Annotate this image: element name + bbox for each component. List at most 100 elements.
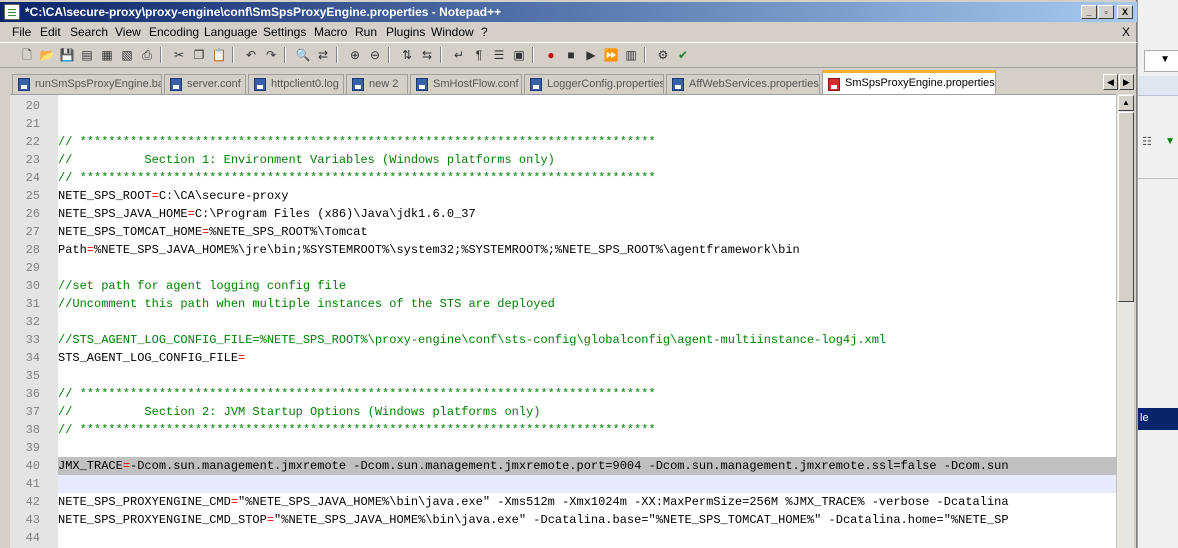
code-line[interactable]: 30 //set path for agent logging config fi…	[10, 277, 1116, 295]
code-line[interactable]: 32	[10, 313, 1116, 331]
menu-macro[interactable]: Macro	[314, 25, 347, 39]
sync-vertical-icon[interactable]: ⇅	[398, 46, 416, 64]
tab-runsmspsproxyengine-bat[interactable]: runSmSpsProxyEngine.bat	[12, 74, 162, 94]
close-button[interactable]: X	[1117, 5, 1133, 19]
record-macro-icon[interactable]: ●	[542, 46, 560, 64]
line-number: 43	[25, 513, 40, 527]
tab-scroll-right-button[interactable]: ▶	[1119, 74, 1134, 90]
replace-icon[interactable]: ⇄	[314, 46, 332, 64]
menu-window[interactable]: Window	[431, 25, 474, 39]
current-line-highlight	[58, 475, 1116, 493]
code-line[interactable]: 22 // ***********************************…	[10, 133, 1116, 151]
notepadpp-app-icon[interactable]	[4, 4, 20, 20]
tab-loggerconfig-properties[interactable]: LoggerConfig.properties	[524, 74, 664, 94]
undo-icon[interactable]: ↶	[242, 46, 260, 64]
close-all-icon[interactable]: ▧	[118, 46, 136, 64]
plugin-icon[interactable]: ⚙	[654, 46, 672, 64]
menu-run[interactable]: Run	[355, 25, 377, 39]
menu-plugins[interactable]: Plugins	[386, 25, 425, 39]
copy-icon[interactable]: ❐	[190, 46, 208, 64]
zoom-in-icon[interactable]: ⊕	[346, 46, 364, 64]
save-macro-icon[interactable]: ▥	[622, 46, 640, 64]
background-view-selector[interactable]: ☷ ▼	[1140, 132, 1178, 154]
code-line[interactable]: 37 // Section 2: JVM Startup Options (Win…	[10, 403, 1116, 421]
code-line[interactable]: 35	[10, 367, 1116, 385]
menu-file[interactable]: File	[12, 25, 31, 39]
scroll-thumb[interactable]	[1118, 112, 1134, 302]
scroll-up-button[interactable]: ▲	[1118, 95, 1134, 111]
code-line[interactable]: 38 // ***********************************…	[10, 421, 1116, 439]
line-number: 28	[25, 243, 40, 257]
line-number: 29	[25, 261, 40, 275]
print-icon[interactable]: ⎙	[138, 46, 156, 64]
paste-icon[interactable]: 📋	[210, 46, 228, 64]
restore-button[interactable]: ▫	[1098, 5, 1114, 19]
menu-language[interactable]: Language	[204, 25, 257, 39]
code-line[interactable]: 44	[10, 529, 1116, 547]
code-line[interactable]: 20	[10, 97, 1116, 115]
code-line[interactable]: 23 // Section 1: Environment Variables (W…	[10, 151, 1116, 169]
save-icon[interactable]: 💾	[58, 46, 76, 64]
stop-recording-icon[interactable]: ■	[562, 46, 580, 64]
menu-edit[interactable]: Edit	[40, 25, 61, 39]
line-text: STS_AGENT_LOG_CONFIG_FILE=	[58, 349, 245, 367]
code-line[interactable]: 33 //STS_AGENT_LOG_CONFIG_FILE=%NETE_SPS_…	[10, 331, 1116, 349]
find-icon[interactable]: 🔍	[294, 46, 312, 64]
tab-new-2[interactable]: new 2	[346, 74, 408, 94]
new-file-icon[interactable]: 🗋	[18, 46, 36, 64]
word-wrap-icon[interactable]: ↵	[450, 46, 468, 64]
sync-horizontal-icon[interactable]: ⇆	[418, 46, 436, 64]
close-file-icon[interactable]: ▦	[98, 46, 116, 64]
menu-view[interactable]: View	[115, 25, 141, 39]
tab-scroll-left-button[interactable]: ◀	[1103, 74, 1118, 90]
saved-file-icon	[170, 78, 182, 91]
code-line[interactable]: 34 STS_AGENT_LOG_CONFIG_FILE=	[10, 349, 1116, 367]
code-line[interactable]: 42 NETE_SPS_PROXYENGINE_CMD="%NETE_SPS_JA…	[10, 493, 1116, 511]
line-number: 26	[25, 207, 40, 221]
tab-server-conf[interactable]: server.conf	[164, 74, 246, 94]
code-line[interactable]: 26 NETE_SPS_JAVA_HOME=C:\Program Files (x…	[10, 205, 1116, 223]
line-number: 35	[25, 369, 40, 383]
code-line[interactable]: 21	[10, 115, 1116, 133]
tab-httpclient0-log[interactable]: httpclient0.log	[248, 74, 344, 94]
redo-icon[interactable]: ↷	[262, 46, 280, 64]
editor-area[interactable]: 20 21 22 // *******************************…	[10, 94, 1116, 548]
code-line[interactable]: 41	[10, 475, 1116, 493]
menu-settings[interactable]: Settings	[263, 25, 306, 39]
spell-check-icon[interactable]: ✔	[674, 46, 692, 64]
run-macro-multiple-icon[interactable]: ⏩	[602, 46, 620, 64]
open-file-icon[interactable]: 📂	[38, 46, 56, 64]
menu-help[interactable]: ?	[481, 25, 488, 39]
tab-affwebservices-properties[interactable]: AffWebServices.properties	[666, 74, 820, 94]
title-bar[interactable]: *C:\CA\secure-proxy\proxy-engine\conf\Sm…	[0, 2, 1137, 22]
play-macro-icon[interactable]: ▶	[582, 46, 600, 64]
code-line[interactable]: 29	[10, 259, 1116, 277]
code-line[interactable]: 40 JMX_TRACE=-Dcom.sun.management.jmxremo…	[10, 457, 1116, 475]
cut-icon[interactable]: ✂	[170, 46, 188, 64]
show-all-chars-icon[interactable]: ¶	[470, 46, 488, 64]
code-line[interactable]: 39	[10, 439, 1116, 457]
menu-encoding[interactable]: Encoding	[149, 25, 199, 39]
operator-token: =	[266, 513, 275, 527]
code-line[interactable]: 31 //Uncomment this path when multiple in…	[10, 295, 1116, 313]
line-text: // Section 1: Environment Variables (Win…	[58, 151, 555, 169]
tab-smhostflow-conf[interactable]: SmHostFlow.conf	[410, 74, 522, 94]
zoom-out-icon[interactable]: ⊖	[366, 46, 384, 64]
code-line[interactable]: 36 // ***********************************…	[10, 385, 1116, 403]
indent-guide-icon[interactable]: ☰	[490, 46, 508, 64]
tab-smspsproxyengine-properties[interactable]: SmSpsProxyEngine.properties	[822, 70, 996, 94]
save-all-icon[interactable]: ▤	[78, 46, 96, 64]
menu-search[interactable]: Search	[70, 25, 108, 39]
code-line[interactable]: 25 NETE_SPS_ROOT=C:\CA\secure-proxy	[10, 187, 1116, 205]
code-line[interactable]: 27 NETE_SPS_TOMCAT_HOME=%NETE_SPS_ROOT%\T…	[10, 223, 1116, 241]
code-line[interactable]: 43 NETE_SPS_PROXYENGINE_CMD_STOP="%NETE_S…	[10, 511, 1116, 529]
minimize-button[interactable]: _	[1081, 5, 1097, 19]
vertical-scrollbar[interactable]: ▲	[1116, 94, 1134, 548]
code-line[interactable]: 24 // ***********************************…	[10, 169, 1116, 187]
close-document-button[interactable]: X	[1122, 25, 1130, 39]
user-language-icon[interactable]: ▣	[510, 46, 528, 64]
operator-token: =	[151, 189, 159, 203]
background-dropdown[interactable]: ▼	[1144, 50, 1178, 72]
background-selected-item[interactable]: le	[1138, 408, 1178, 430]
code-line[interactable]: 28 Path=%NETE_SPS_JAVA_HOME%\jre\bin;%SYS…	[10, 241, 1116, 259]
